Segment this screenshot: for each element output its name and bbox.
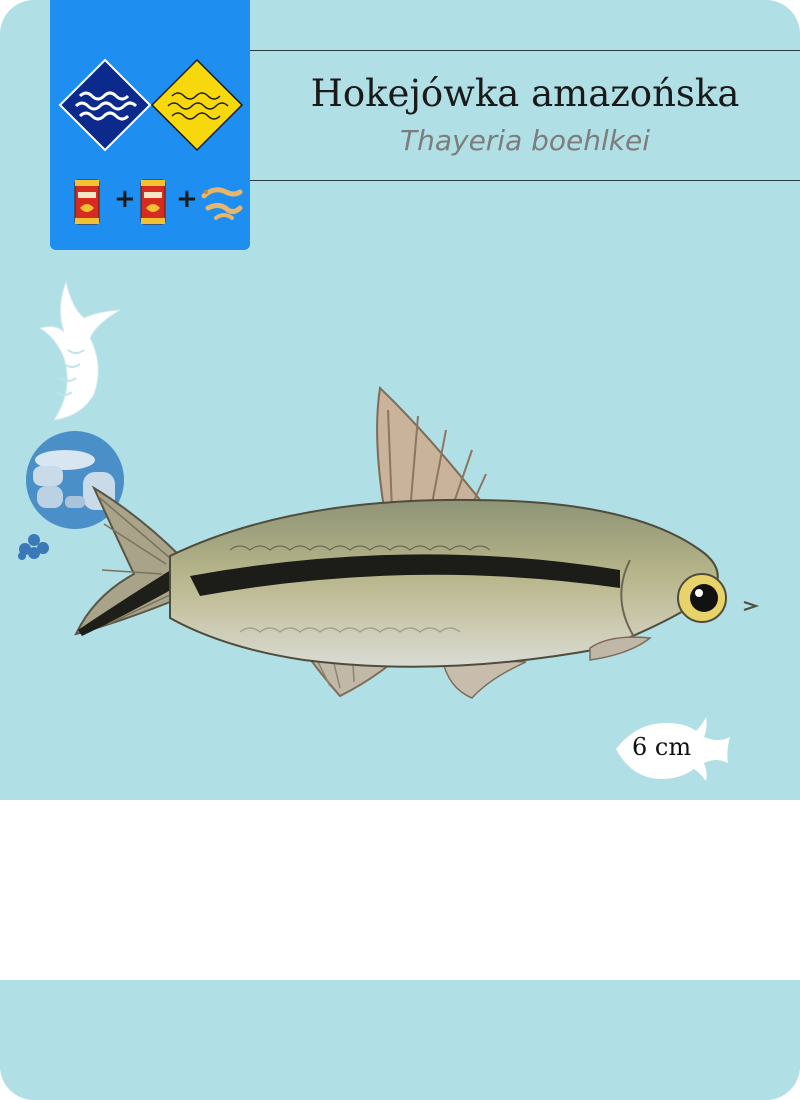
badge-panel: + +	[50, 0, 250, 250]
plus-sign: +	[176, 184, 198, 214]
latin-name: Thayeria boehlkei	[399, 124, 651, 157]
food-can-icon	[140, 179, 166, 225]
plus-sign: +	[114, 184, 136, 214]
description-area	[0, 800, 800, 980]
card-footer	[0, 980, 800, 1100]
title-top-rule	[250, 50, 800, 51]
common-name: Hokejówka amazońska	[310, 72, 740, 115]
species-card: + + Hokejówka amazońska Thayeria boehlke…	[0, 0, 800, 1100]
food-can-icon	[74, 179, 100, 225]
eggs-icon	[18, 534, 49, 560]
title-bottom-rule	[250, 180, 800, 181]
fish-illustration	[74, 385, 760, 699]
water-waves-yellow-icon	[150, 58, 244, 152]
water-waves-dark-icon	[58, 58, 152, 152]
shrimp-food-icon	[201, 187, 243, 220]
size-label: 6 cm	[632, 733, 692, 761]
